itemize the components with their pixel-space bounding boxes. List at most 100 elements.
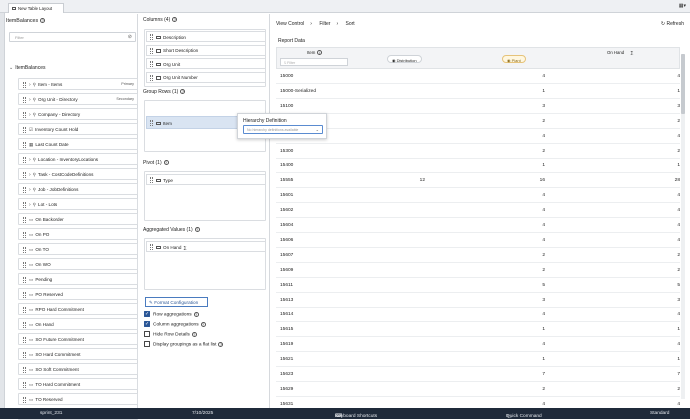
breadcrumb-filter[interactable]: Filter	[319, 21, 330, 27]
breadcrumb-view-control[interactable]: View Control	[276, 21, 304, 27]
format-configuration-button[interactable]: ✎ Format Configuration	[145, 297, 208, 307]
table-row[interactable]: 15621 1 1	[276, 352, 680, 368]
drag-handle-icon[interactable]	[23, 81, 26, 88]
option-checkbox[interactable]: Hide Row Details?	[144, 331, 197, 337]
help-icon[interactable]: ?	[163, 160, 169, 166]
help-icon[interactable]: ?	[180, 89, 186, 95]
field-item[interactable]: ▭ On PO	[18, 228, 138, 240]
layout-menu-icon[interactable]: ▦▾	[679, 3, 686, 9]
table-row[interactable]: 15100 3 3	[276, 99, 680, 114]
plant-pill[interactable]: ◉ Plant	[502, 55, 526, 63]
refresh-button[interactable]: ↻ Refresh	[661, 21, 684, 27]
scrollbar-thumb[interactable]	[681, 54, 685, 114]
table-row[interactable]: 15604 4 4	[276, 218, 680, 233]
help-icon[interactable]: ?	[218, 341, 224, 347]
help-icon[interactable]: ?	[191, 331, 197, 337]
chevron-right-icon[interactable]: ›	[29, 82, 31, 88]
field-item[interactable]: › ⚲ Item - Items Primary	[18, 78, 138, 90]
drag-handle-icon[interactable]	[23, 396, 26, 403]
table-row[interactable]: 15629 2 2	[276, 382, 680, 397]
field-item[interactable]: › ⚲ Lot - Lots	[18, 198, 138, 210]
chevron-right-icon[interactable]: ›	[29, 187, 31, 193]
table-row[interactable]: 15611 5 5	[276, 278, 680, 293]
drag-handle-icon[interactable]	[150, 74, 153, 81]
field-item[interactable]: › ⚲ Job - JobDefinitions	[18, 183, 138, 195]
field-item[interactable]: ▭ SO Soft Commitment	[18, 363, 138, 375]
table-row[interactable]: 15619 4 4	[276, 337, 680, 353]
drag-handle-icon[interactable]	[23, 351, 26, 358]
table-row[interactable]: 15613 3 3	[276, 293, 680, 308]
field-item[interactable]: › ⚲ Location - InventoryLocations	[18, 153, 138, 165]
sum-icon[interactable]: ∑	[183, 245, 186, 250]
tree-root[interactable]: ⌄ ItemBalances	[9, 65, 46, 71]
option-checkbox[interactable]: Display groupings as a flat list?	[144, 341, 224, 347]
table-row[interactable]: 15609 2 2	[276, 263, 680, 278]
drag-handle-icon[interactable]	[23, 321, 26, 328]
chevron-right-icon[interactable]: ›	[29, 202, 31, 208]
checkbox-icon[interactable]	[144, 341, 150, 347]
field-item[interactable]: ▭ On TO	[18, 243, 138, 255]
drag-handle-icon[interactable]	[23, 291, 26, 298]
drag-handle-icon[interactable]	[23, 306, 26, 313]
table-row[interactable]: 15606 4 4	[276, 233, 680, 248]
field-item[interactable]: ▭ On Backorder	[18, 213, 138, 225]
chevron-right-icon[interactable]: ›	[29, 112, 31, 118]
field-item[interactable]: ▭ On Hand	[18, 318, 138, 330]
field-item[interactable]: › ⚲ Company - Directory	[18, 108, 138, 120]
drag-handle-icon[interactable]	[23, 261, 26, 268]
field-item[interactable]: ▭ TO Hard Commitment	[18, 378, 138, 390]
drag-handle-icon[interactable]	[23, 141, 26, 148]
table-row[interactable]: 15607 2 2	[276, 248, 680, 263]
distribution-pill[interactable]: ◉ Distribution	[387, 55, 422, 63]
help-icon[interactable]: ?	[40, 18, 46, 24]
drag-handle-icon[interactable]	[23, 366, 26, 373]
field-item[interactable]: ☑ Inventory Count Hold	[18, 123, 138, 135]
table-row[interactable]: 1525044	[276, 129, 680, 144]
clear-filter-icon[interactable]: ⊘	[128, 34, 132, 40]
tab-new-table-layout[interactable]: New Table Layout	[8, 3, 64, 13]
table-row[interactable]: 1520022	[276, 114, 680, 129]
drag-handle-icon[interactable]	[150, 47, 153, 54]
drag-handle-icon[interactable]	[23, 156, 26, 163]
table-row[interactable]: 15623 7 7	[276, 367, 680, 382]
table-row[interactable]: 15300 2 2	[276, 144, 680, 159]
chevron-right-icon[interactable]: ›	[29, 172, 31, 178]
table-row[interactable]: 15400 1 1	[276, 158, 680, 174]
drag-handle-icon[interactable]	[23, 96, 26, 103]
field-item[interactable]: ▦ Last Count Date	[18, 138, 138, 150]
field-item[interactable]: › ⚲ Org Unit - Directory Secondary	[18, 93, 138, 105]
help-icon[interactable]: ?	[194, 227, 200, 233]
table-row[interactable]: 15602 4 4	[276, 203, 680, 219]
drag-handle-icon[interactable]	[23, 336, 26, 343]
option-checkbox[interactable]: ✓ Column aggregations?	[144, 321, 206, 327]
chevron-right-icon[interactable]: ›	[29, 97, 31, 103]
drag-handle-icon[interactable]	[23, 231, 26, 238]
header-item[interactable]: Item i	[307, 50, 323, 56]
column-item[interactable]: Org Unit	[146, 58, 266, 69]
drag-handle-icon[interactable]	[150, 177, 153, 183]
checkbox-icon[interactable]: ✓	[144, 321, 150, 327]
column-item[interactable]: Short Description	[146, 44, 266, 56]
drag-handle-icon[interactable]	[23, 201, 26, 208]
column-item[interactable]: Description	[146, 31, 266, 42]
option-checkbox[interactable]: ✓ Row aggregations?	[144, 311, 199, 317]
breadcrumb-sort[interactable]: Sort	[346, 21, 355, 27]
table-scrollbar[interactable]	[681, 54, 685, 399]
help-icon[interactable]: ?	[200, 321, 206, 327]
help-icon[interactable]: ?	[193, 311, 199, 317]
drag-handle-icon[interactable]	[23, 381, 26, 388]
pivot-item-type[interactable]: Type	[146, 174, 266, 185]
table-row[interactable]: 15555 12 16 28	[276, 173, 680, 189]
drag-handle-icon[interactable]	[150, 34, 153, 40]
chevron-right-icon[interactable]: ›	[29, 157, 31, 163]
field-item[interactable]: ▭ TO Reserved	[18, 393, 138, 405]
header-on-hand[interactable]: On Hand ∑	[607, 50, 633, 55]
table-row[interactable]: 15000-Serialized 1 1	[276, 84, 680, 99]
drag-handle-icon[interactable]	[23, 126, 26, 133]
table-row[interactable]: 15614 4 4	[276, 307, 680, 323]
item-filter-input[interactable]: ⍂ Filter	[280, 58, 348, 66]
fields-filter-input[interactable]: Filter ⊘	[9, 32, 136, 42]
table-row[interactable]: 15601 4 4	[276, 188, 680, 204]
drag-handle-icon[interactable]	[23, 186, 26, 193]
drag-handle-icon[interactable]	[23, 216, 26, 223]
